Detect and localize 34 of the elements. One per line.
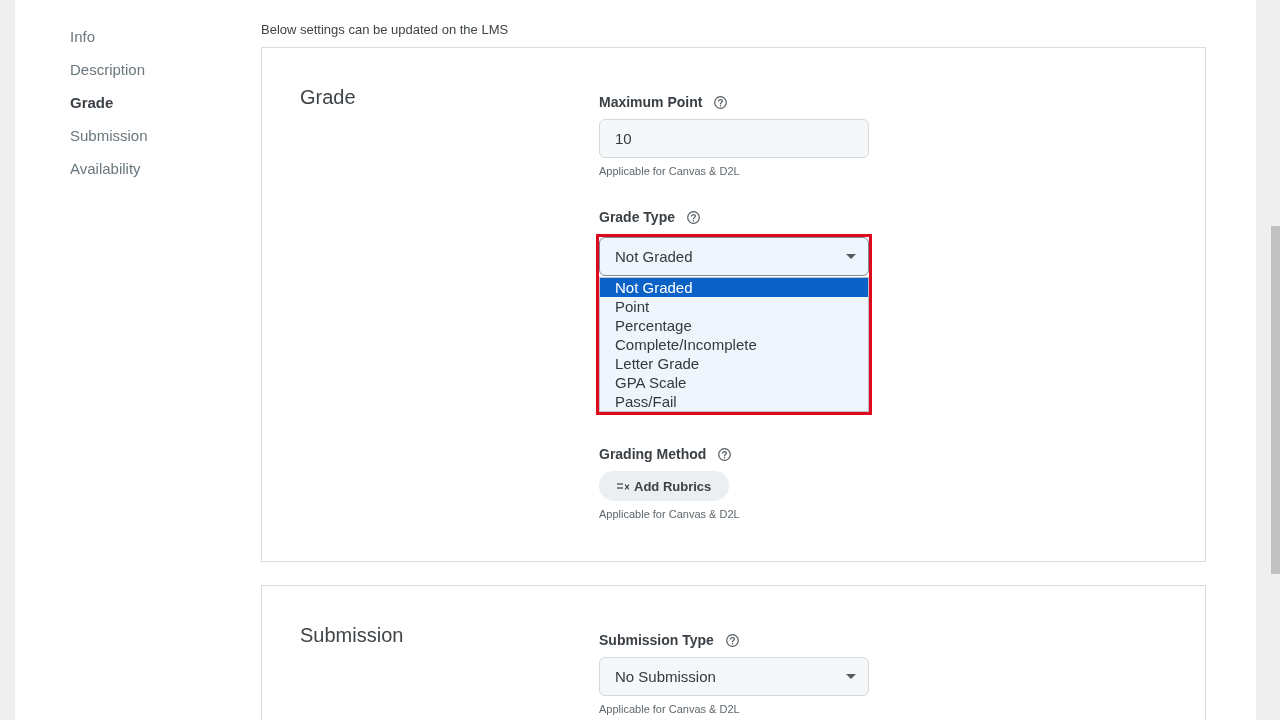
field-label: Grading Method xyxy=(599,446,707,463)
help-icon[interactable] xyxy=(687,211,700,224)
caret-icon xyxy=(846,254,856,259)
hint-text: Applicable for Canvas & D2L xyxy=(599,703,740,716)
field-label: Submission Type xyxy=(599,632,714,649)
dropdown-option[interactable]: Pass/Fail xyxy=(600,392,868,411)
sidebar-item[interactable]: Grade xyxy=(70,86,114,119)
hint-text: Applicable for Canvas & D2L xyxy=(599,165,740,178)
dropdown-option[interactable]: GPA Scale xyxy=(600,373,868,392)
dropdown-option[interactable]: Letter Grade xyxy=(600,354,868,373)
help-icon[interactable] xyxy=(718,448,732,461)
section-title: Grade xyxy=(300,85,357,109)
sidebar-item[interactable]: Availability xyxy=(70,152,141,185)
help-icon[interactable] xyxy=(725,634,739,647)
section-title: Submission xyxy=(300,623,405,647)
caret-icon xyxy=(846,674,856,679)
dropdown-option[interactable]: Complete/Incomplete xyxy=(600,335,868,354)
dropdown-option[interactable]: Point xyxy=(600,297,868,316)
select-field[interactable]: Not Graded xyxy=(599,237,869,276)
scrollbar-thumb[interactable] xyxy=(1271,226,1280,574)
hint-text: Applicable for Canvas & D2L xyxy=(599,508,740,521)
add-rubrics-button[interactable]: Add Rubrics xyxy=(599,471,730,501)
select-field[interactable]: No Submission xyxy=(599,657,869,696)
list-x-icon xyxy=(617,482,629,490)
sidebar-item[interactable]: Info xyxy=(70,20,96,53)
input-field[interactable]: 10 xyxy=(599,119,869,158)
dropdown-option[interactable]: Percentage xyxy=(600,316,868,335)
help-icon[interactable] xyxy=(714,96,728,109)
field-label: Grade Type xyxy=(599,209,675,226)
field-label: Maximum Point xyxy=(599,94,703,111)
notice-text: Below settings can be updated on the LMS xyxy=(261,22,510,38)
dropdown-option[interactable]: Not Graded xyxy=(600,278,868,297)
sidebar-item[interactable]: Description xyxy=(70,53,146,86)
sidebar-item[interactable]: Submission xyxy=(70,119,148,152)
